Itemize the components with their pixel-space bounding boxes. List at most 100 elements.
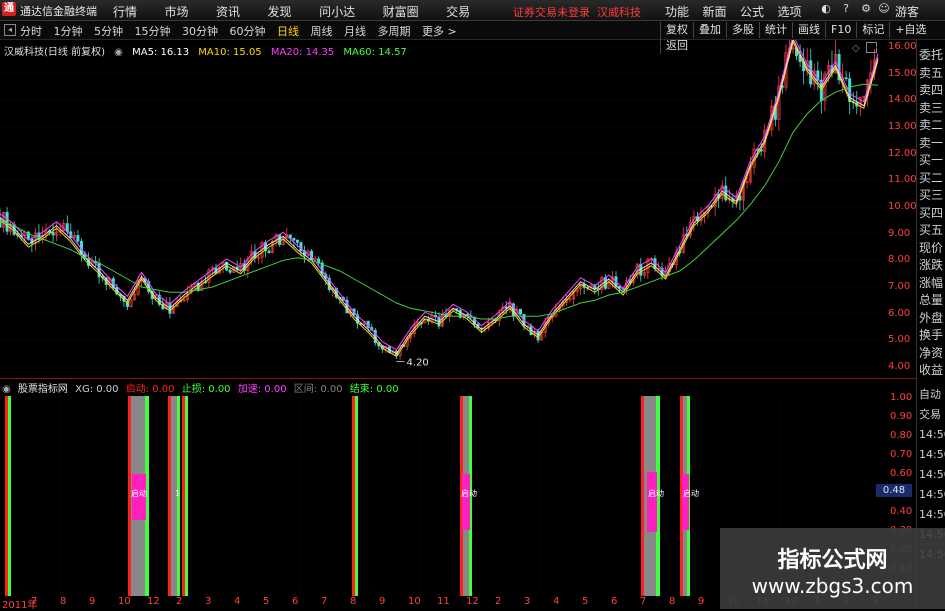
tab-fenshi[interactable]: 分时 xyxy=(20,23,42,39)
right-menu: 功能 新面 公式 选项 xyxy=(665,3,812,20)
ma60-line xyxy=(0,83,879,320)
tool-f10[interactable]: F10 xyxy=(825,22,856,38)
side-panel-item[interactable]: 买二 xyxy=(919,171,943,185)
time-tick-label: 3 xyxy=(524,596,531,607)
side-panel-item[interactable]: 卖五 xyxy=(919,66,943,80)
tool-diejia[interactable]: 叠加 xyxy=(693,22,726,38)
side-panel-item[interactable]: 14:50 xyxy=(919,448,945,462)
side-panel-item[interactable]: 14:50 xyxy=(919,508,945,522)
tab-60min[interactable]: 60分钟 xyxy=(230,23,266,39)
settings-icon[interactable]: ⚙ xyxy=(860,3,872,15)
time-tick-label: 8 xyxy=(669,596,676,607)
time-tick-label: 7 xyxy=(31,596,38,607)
signal-bar xyxy=(352,396,355,596)
help-icon[interactable]: ? xyxy=(840,3,852,15)
candle-body xyxy=(292,238,296,241)
accel-block xyxy=(462,474,470,530)
side-panel-item[interactable]: 卖三 xyxy=(919,101,943,115)
menu-item-xuanxiang[interactable]: 选项 xyxy=(778,3,802,20)
tool-biaoji[interactable]: 标记 xyxy=(856,22,889,38)
side-panel-item[interactable]: 净资 xyxy=(919,346,943,360)
time-tick-label: 10 xyxy=(118,596,131,607)
time-tick-label: 6 xyxy=(292,596,299,607)
user-icon[interactable]: ☺ xyxy=(878,3,890,15)
menu-item-shichang[interactable]: 市场 xyxy=(165,3,189,20)
menu-item-hangqing[interactable]: 行情 xyxy=(113,3,137,20)
tab-monthly[interactable]: 月线 xyxy=(344,23,366,39)
menu-item-caifuquan[interactable]: 财富圈 xyxy=(383,3,419,20)
price-tick-label: 14.00 xyxy=(888,94,917,106)
login-status[interactable]: 证券交易未登录 汉威科技 xyxy=(513,4,641,20)
side-panel-item[interactable]: 现价 xyxy=(919,241,943,255)
signal-bar xyxy=(641,396,644,596)
tab-more[interactable]: 更多 > xyxy=(422,23,457,39)
skin-icon[interactable]: ◐ xyxy=(820,3,832,15)
indicator-name[interactable]: 股票指标网 xyxy=(18,384,68,395)
tab-1min[interactable]: 1分钟 xyxy=(54,23,83,39)
toggle-icon[interactable]: ◂ xyxy=(4,24,16,36)
side-panel-item[interactable]: 买三 xyxy=(919,188,943,202)
candle-body xyxy=(51,232,55,236)
tool-huaxian[interactable]: 画线 xyxy=(792,22,825,38)
price-tick-label: 4.00 xyxy=(888,361,911,372)
side-panel-item[interactable]: 自动 xyxy=(919,388,941,402)
side-panel-item[interactable]: 卖二 xyxy=(919,118,943,132)
side-panel-item[interactable]: 14:50 xyxy=(919,428,945,442)
menu-item-wenxiaoda[interactable]: 问小达 xyxy=(319,3,355,20)
tab-weekly[interactable]: 周线 xyxy=(311,23,333,39)
kline-chart[interactable]: 17.194.20 xyxy=(0,40,915,378)
tab-30min[interactable]: 30分钟 xyxy=(182,23,218,39)
ind-qujian: 区间: 0.00 xyxy=(293,384,343,395)
indicator-tick-label: 0.40 xyxy=(890,506,913,517)
side-panel-item[interactable]: 涨幅 xyxy=(919,276,943,290)
price-tick-label: 13.00 xyxy=(888,121,917,132)
tab-5min[interactable]: 5分钟 xyxy=(94,23,123,39)
side-panel-item[interactable]: 卖一 xyxy=(919,136,943,150)
time-tick-label: 2 xyxy=(495,596,502,607)
side-panel-item[interactable]: 总量 xyxy=(919,293,943,307)
tool-fuquan[interactable]: 复权 xyxy=(660,22,693,38)
signal-bar xyxy=(5,396,8,596)
time-tick-label: 7 xyxy=(321,596,328,607)
time-tick-label: 7 xyxy=(640,596,647,607)
period-toolbar: ◂ 分时 1分钟 5分钟 15分钟 30分钟 60分钟 日线 周线 月线 多周期… xyxy=(0,21,945,54)
watermark-overlay: 指标公式网 www.zbgs3.com xyxy=(720,528,945,609)
candle-body xyxy=(844,77,848,80)
tool-zixuan[interactable]: +自选 xyxy=(889,22,931,38)
side-panel-item[interactable]: 换手 xyxy=(919,328,943,342)
side-panel-item[interactable]: 收益 xyxy=(919,363,943,377)
side-panel-item[interactable]: 14:50 xyxy=(919,468,945,482)
accel-block xyxy=(647,472,657,532)
accel-block xyxy=(682,474,689,530)
side-panel-item[interactable]: 买五 xyxy=(919,223,943,237)
side-panel-item[interactable]: 涨跌 xyxy=(919,258,943,272)
period-tabs: 分时 1分钟 5分钟 15分钟 30分钟 60分钟 日线 周线 月线 多周期 更… xyxy=(20,23,465,39)
indicator-tick-label: 0.60 xyxy=(890,468,913,479)
tab-daily[interactable]: 日线 xyxy=(277,23,299,39)
tab-15min[interactable]: 15分钟 xyxy=(135,23,171,39)
tool-tongji[interactable]: 统计 xyxy=(759,22,792,38)
menu-item-gongshi[interactable]: 公式 xyxy=(740,3,764,20)
side-panel-item[interactable]: 交易 xyxy=(919,408,941,422)
guest-label[interactable]: 游客 xyxy=(895,3,919,20)
ind-zhisun: 止损: 0.00 xyxy=(181,384,231,395)
side-panel-item[interactable]: 卖四 xyxy=(919,83,943,97)
tab-multi-period[interactable]: 多周期 xyxy=(378,23,411,39)
indicator-dot-icon[interactable]: ◉ xyxy=(2,384,11,395)
side-panel-item[interactable]: 14:50 xyxy=(919,488,945,502)
candle-body xyxy=(278,234,282,245)
menu-item-gongneng[interactable]: 功能 xyxy=(665,3,689,20)
tool-duogu[interactable]: 多股 xyxy=(726,22,759,38)
side-panel-item[interactable]: 买四 xyxy=(919,206,943,220)
menu-item-zixun[interactable]: 资讯 xyxy=(216,3,240,20)
watermark-title: 指标公式网 xyxy=(777,548,888,573)
side-panel-item[interactable]: 外盘 xyxy=(919,311,943,325)
menu-item-jiaoyi[interactable]: 交易 xyxy=(446,3,470,20)
menu-item-faxian[interactable]: 发现 xyxy=(268,3,292,20)
time-tick-label: 4 xyxy=(234,596,241,607)
signal-bar xyxy=(168,396,171,596)
side-panel-item[interactable]: 买一 xyxy=(919,153,943,167)
price-tick-label: 9.00 xyxy=(888,227,911,239)
menu-item-xinmian[interactable]: 新面 xyxy=(703,3,727,20)
side-panel-item[interactable]: 委托 xyxy=(919,48,943,62)
